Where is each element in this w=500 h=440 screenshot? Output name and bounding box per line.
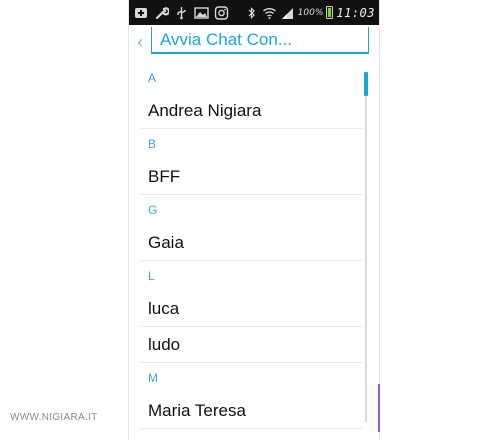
add-box-icon — [134, 6, 149, 20]
usb-icon — [174, 6, 189, 20]
contact-item[interactable]: ludo — [129, 327, 379, 363]
back-button[interactable]: ‹ — [133, 33, 147, 53]
scrollbar-track[interactable] — [365, 72, 367, 422]
status-bar-system: 100% 11:03 — [244, 5, 379, 20]
battery-icon — [326, 6, 334, 19]
section-header-m: M — [148, 371, 158, 385]
contact-list[interactable]: A Andrea Nigiara B BFF G Gaia L luca lud… — [129, 63, 379, 440]
scrollbar-thumb[interactable] — [364, 72, 368, 96]
phone-screen: 100% 11:03 ‹ A Andrea Nigiara B BFF G Ga… — [128, 0, 380, 440]
contact-item[interactable]: luca — [129, 291, 379, 327]
wifi-icon — [262, 6, 277, 20]
contact-item[interactable]: Andrea Nigiara — [129, 93, 379, 129]
contact-item[interactable]: Maria Teresa — [129, 393, 379, 429]
signal-icon — [280, 6, 295, 20]
status-bar: 100% 11:03 — [129, 0, 379, 25]
section-header-b: B — [148, 137, 157, 151]
image-icon — [194, 6, 209, 20]
wrench-icon — [154, 6, 169, 20]
battery-percent: 100% — [297, 7, 324, 18]
contact-item[interactable]: Gaia — [129, 225, 379, 261]
contact-item[interactable]: BFF — [129, 159, 379, 195]
section-header-l: L — [148, 269, 155, 283]
section-header-g: G — [148, 203, 158, 217]
edge-accent — [378, 384, 380, 432]
watermark-text: WWW.NIGIARA.IT — [10, 412, 98, 423]
status-bar-notifications — [129, 5, 229, 20]
status-clock: 11:03 — [336, 5, 375, 20]
bluetooth-icon — [244, 6, 259, 20]
instagram-icon — [214, 5, 229, 20]
contact-search-input[interactable] — [151, 27, 369, 54]
chat-header: ‹ — [129, 25, 379, 63]
section-header-a: A — [148, 71, 157, 85]
